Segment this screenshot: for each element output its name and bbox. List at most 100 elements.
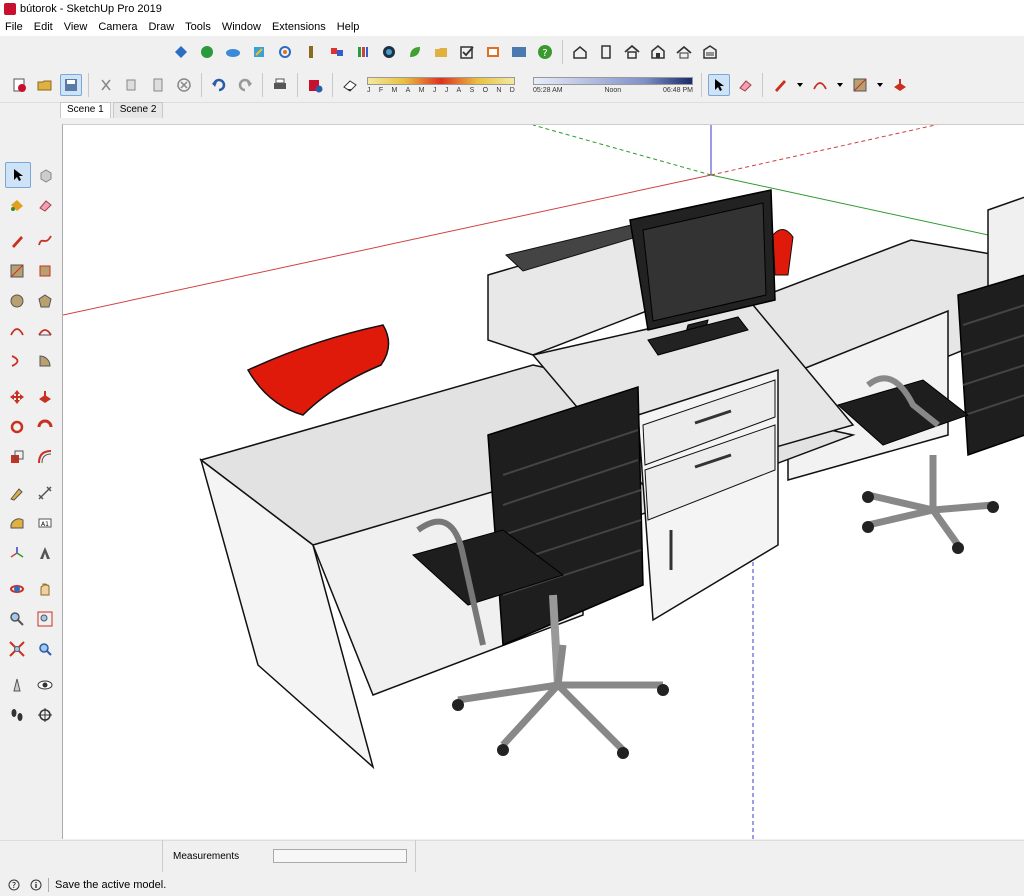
model-info-icon[interactable]: [304, 74, 326, 96]
paste-icon[interactable]: [147, 74, 169, 96]
tab-scene-2[interactable]: Scene 2: [112, 102, 164, 118]
menu-extensions[interactable]: Extensions: [267, 21, 332, 33]
axes-icon[interactable]: [5, 541, 29, 565]
folder-icon[interactable]: [430, 41, 452, 63]
component-tool-icon[interactable]: [35, 163, 59, 187]
fpc-icon[interactable]: [508, 41, 530, 63]
freehand-icon[interactable]: [33, 229, 57, 253]
cloud-icon[interactable]: [222, 41, 244, 63]
shadow-month-slider[interactable]: J F M A M J J A S O N D: [367, 70, 515, 100]
select-tool-icon[interactable]: [708, 74, 730, 96]
tab-scene-1[interactable]: Scene 1: [60, 102, 111, 118]
cut-icon[interactable]: [95, 74, 117, 96]
model-viewport[interactable]: [62, 124, 1024, 839]
rectangle-icon[interactable]: [5, 259, 29, 283]
bottle-icon[interactable]: [300, 41, 322, 63]
chevron-down-icon[interactable]: [875, 74, 885, 96]
circle-icon[interactable]: [5, 289, 29, 313]
home-icon[interactable]: [621, 41, 643, 63]
menu-camera[interactable]: Camera: [93, 21, 143, 33]
offset-icon[interactable]: [33, 445, 57, 469]
time-noon-label: Noon: [604, 86, 622, 94]
menu-window[interactable]: Window: [217, 21, 267, 33]
select-icon[interactable]: [5, 162, 31, 188]
rotated-rectangle-icon[interactable]: [33, 259, 57, 283]
house-outline-icon[interactable]: [647, 41, 669, 63]
shadow-time-slider[interactable]: 05:28 AM Noon 06:48 PM: [533, 70, 693, 100]
month-label: A: [405, 86, 411, 94]
rectangle-tool-icon[interactable]: [849, 74, 871, 96]
dimension-icon[interactable]: [33, 481, 57, 505]
pencil-tool-icon[interactable]: [769, 74, 791, 96]
protractor-icon[interactable]: [5, 511, 29, 535]
undo-icon[interactable]: [208, 74, 230, 96]
delete-icon[interactable]: [173, 74, 195, 96]
zoom-window-icon[interactable]: [33, 607, 57, 631]
3d-text-icon[interactable]: [33, 541, 57, 565]
cubes-icon[interactable]: [326, 41, 348, 63]
print-icon[interactable]: [269, 74, 291, 96]
polygon-icon[interactable]: [33, 289, 57, 313]
pencil-green-icon[interactable]: [248, 41, 270, 63]
two-point-arc-icon[interactable]: [33, 319, 57, 343]
three-point-arc-icon[interactable]: [5, 349, 29, 373]
line-icon[interactable]: [5, 229, 29, 253]
arc-tool-icon[interactable]: [809, 74, 831, 96]
help-icon[interactable]: ?: [534, 41, 556, 63]
open-folder-icon[interactable]: [34, 74, 56, 96]
film-icon[interactable]: [482, 41, 504, 63]
save-icon[interactable]: [60, 74, 82, 96]
chevron-down-icon[interactable]: [795, 74, 805, 96]
new-file-icon[interactable]: [8, 74, 30, 96]
position-camera-icon[interactable]: [5, 673, 29, 697]
time-gradient-bar[interactable]: [533, 76, 693, 85]
house-icon[interactable]: [569, 41, 591, 63]
garage-icon[interactable]: [699, 41, 721, 63]
eraser-icon[interactable]: [33, 193, 57, 217]
menu-tools[interactable]: Tools: [180, 21, 217, 33]
move-icon[interactable]: [5, 385, 29, 409]
section-plane-icon[interactable]: [33, 703, 57, 727]
push-pull-tool-icon[interactable]: [889, 74, 911, 96]
menu-view[interactable]: View: [59, 21, 94, 33]
model-scene[interactable]: [63, 125, 1024, 839]
checkbox-icon[interactable]: [456, 41, 478, 63]
walk-icon[interactable]: [5, 703, 29, 727]
scale-icon[interactable]: [5, 445, 29, 469]
pan-icon[interactable]: [33, 577, 57, 601]
arc-icon[interactable]: [5, 319, 29, 343]
roof-icon[interactable]: [673, 41, 695, 63]
books-icon[interactable]: [352, 41, 374, 63]
component-icon[interactable]: [170, 41, 192, 63]
orbit-icon[interactable]: [5, 577, 29, 601]
door-icon[interactable]: [595, 41, 617, 63]
measurements-input[interactable]: [273, 849, 407, 863]
rotate-icon[interactable]: [5, 415, 29, 439]
menu-edit[interactable]: Edit: [29, 21, 59, 33]
follow-me-icon[interactable]: [33, 415, 57, 439]
menu-file[interactable]: File: [0, 21, 29, 33]
shadows-toggle-icon[interactable]: [339, 74, 361, 96]
text-icon[interactable]: A1: [33, 511, 57, 535]
menu-draw[interactable]: Draw: [143, 21, 180, 33]
gear-icon[interactable]: [274, 41, 296, 63]
look-around-icon[interactable]: [33, 673, 57, 697]
month-gradient-bar[interactable]: [367, 76, 515, 85]
target-icon[interactable]: [378, 41, 400, 63]
tape-measure-icon[interactable]: [5, 481, 29, 505]
geo-location-icon[interactable]: ?: [8, 879, 20, 891]
zoom-extents-icon[interactable]: [5, 637, 29, 661]
previous-view-icon[interactable]: [33, 637, 57, 661]
menu-help[interactable]: Help: [332, 21, 366, 33]
pie-icon[interactable]: [33, 349, 57, 373]
sphere-icon[interactable]: [196, 41, 218, 63]
paint-bucket-icon[interactable]: [5, 193, 29, 217]
copy-icon[interactable]: [121, 74, 143, 96]
zoom-icon[interactable]: [5, 607, 29, 631]
info-icon[interactable]: [30, 879, 42, 891]
chevron-down-icon[interactable]: [835, 74, 845, 96]
eraser-tool-icon[interactable]: [734, 74, 756, 96]
leaf-icon[interactable]: [404, 41, 426, 63]
push-pull-icon[interactable]: [33, 385, 57, 409]
redo-icon[interactable]: [234, 74, 256, 96]
